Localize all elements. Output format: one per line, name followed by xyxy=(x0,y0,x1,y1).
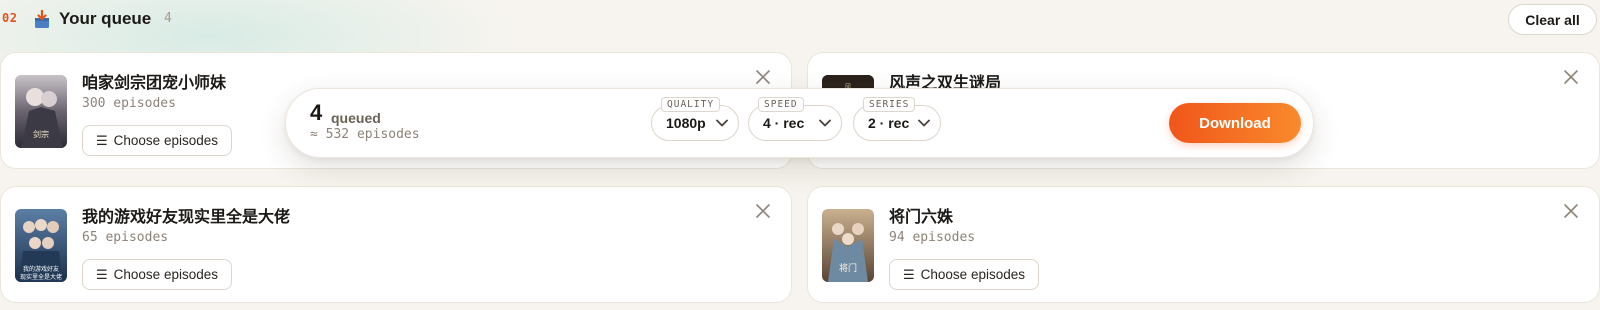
poster-thumbnail: 将门 xyxy=(822,209,874,282)
list-icon: ☰ xyxy=(903,266,915,282)
queue-card: 将门 将门六姝 94 episodes ☰ Choose episodes xyxy=(807,186,1600,303)
close-icon[interactable] xyxy=(1563,69,1579,85)
choose-episodes-label: Choose episodes xyxy=(920,267,1025,282)
series-label: SERIES xyxy=(863,97,916,112)
episode-count: 94 episodes xyxy=(889,230,976,245)
quality-select[interactable]: QUALITY 1080p xyxy=(651,97,739,141)
svg-text:剑宗: 剑宗 xyxy=(33,129,49,139)
series-select[interactable]: SERIES 2 · rec xyxy=(853,97,941,141)
list-icon: ☰ xyxy=(96,266,108,282)
poster-thumbnail: 剑宗 xyxy=(15,75,67,148)
svg-text:现实里全是大佬: 现实里全是大佬 xyxy=(20,273,62,281)
series-value: 2 · rec xyxy=(868,115,910,131)
queue-header: 02 Your queue 4 Clear all xyxy=(0,0,1600,40)
speed-select[interactable]: SPEED 4 · rec xyxy=(748,97,842,141)
svg-text:我的游戏好友: 我的游戏好友 xyxy=(23,265,59,273)
close-icon[interactable] xyxy=(1563,203,1579,219)
speed-label: SPEED xyxy=(758,97,804,112)
page-title: Your queue xyxy=(59,9,152,28)
download-box-icon xyxy=(34,8,50,29)
episode-count: 300 episodes xyxy=(82,96,176,111)
close-icon[interactable] xyxy=(755,203,771,219)
chevron-down-icon xyxy=(819,119,831,127)
card-title: 咱家剑宗团宠小师妹 xyxy=(82,73,227,92)
card-title: 我的游戏好友现实里全是大佬 xyxy=(82,207,291,226)
speed-value: 4 · rec xyxy=(763,115,805,131)
choose-episodes-button[interactable]: ☰ Choose episodes xyxy=(82,259,232,290)
choose-episodes-button[interactable]: ☰ Choose episodes xyxy=(889,259,1039,290)
close-icon[interactable] xyxy=(755,69,771,85)
poster-thumbnail: 我的游戏好友 现实里全是大佬 xyxy=(15,209,67,282)
step-number: 02 xyxy=(2,11,18,25)
quality-label: QUALITY xyxy=(661,97,721,112)
chevron-down-icon xyxy=(716,119,728,127)
download-button[interactable]: Download xyxy=(1169,103,1301,143)
approx-episodes: ≈ 532 episodes xyxy=(310,127,420,142)
chevron-down-icon xyxy=(918,119,930,127)
quality-value: 1080p xyxy=(666,115,706,131)
choose-episodes-label: Choose episodes xyxy=(113,267,218,282)
choose-episodes-label: Choose episodes xyxy=(113,133,218,148)
svg-text:将门: 将门 xyxy=(839,262,857,274)
queued-label: queued xyxy=(331,110,381,126)
clear-all-button[interactable]: Clear all xyxy=(1508,4,1597,35)
choose-episodes-button[interactable]: ☰ Choose episodes xyxy=(82,125,232,156)
episode-count: 65 episodes xyxy=(82,230,169,245)
card-title: 将门六姝 xyxy=(889,207,954,226)
queue-card: 我的游戏好友 现实里全是大佬 我的游戏好友现实里全是大佬 65 episodes… xyxy=(0,186,792,303)
queue-count: 4 xyxy=(164,11,172,26)
download-bar: 4 queued ≈ 532 episodes QUALITY 1080p SP… xyxy=(285,88,1314,158)
queued-count: 4 xyxy=(310,100,323,125)
list-icon: ☰ xyxy=(96,132,108,148)
